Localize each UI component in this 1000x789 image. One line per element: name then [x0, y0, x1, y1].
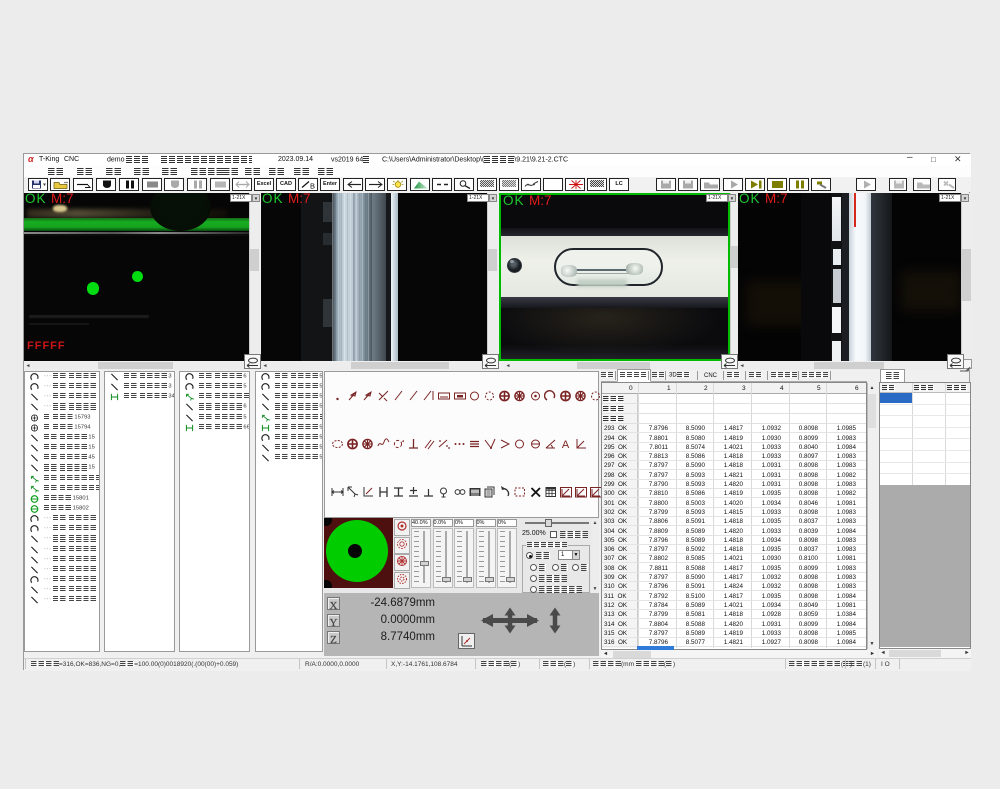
svg-text:X: X: [330, 600, 338, 611]
svg-text:Y: Y: [330, 617, 338, 628]
svg-text:Z: Z: [330, 634, 337, 645]
svg-text:B: B: [310, 182, 315, 190]
svg-text:A: A: [562, 439, 570, 450]
